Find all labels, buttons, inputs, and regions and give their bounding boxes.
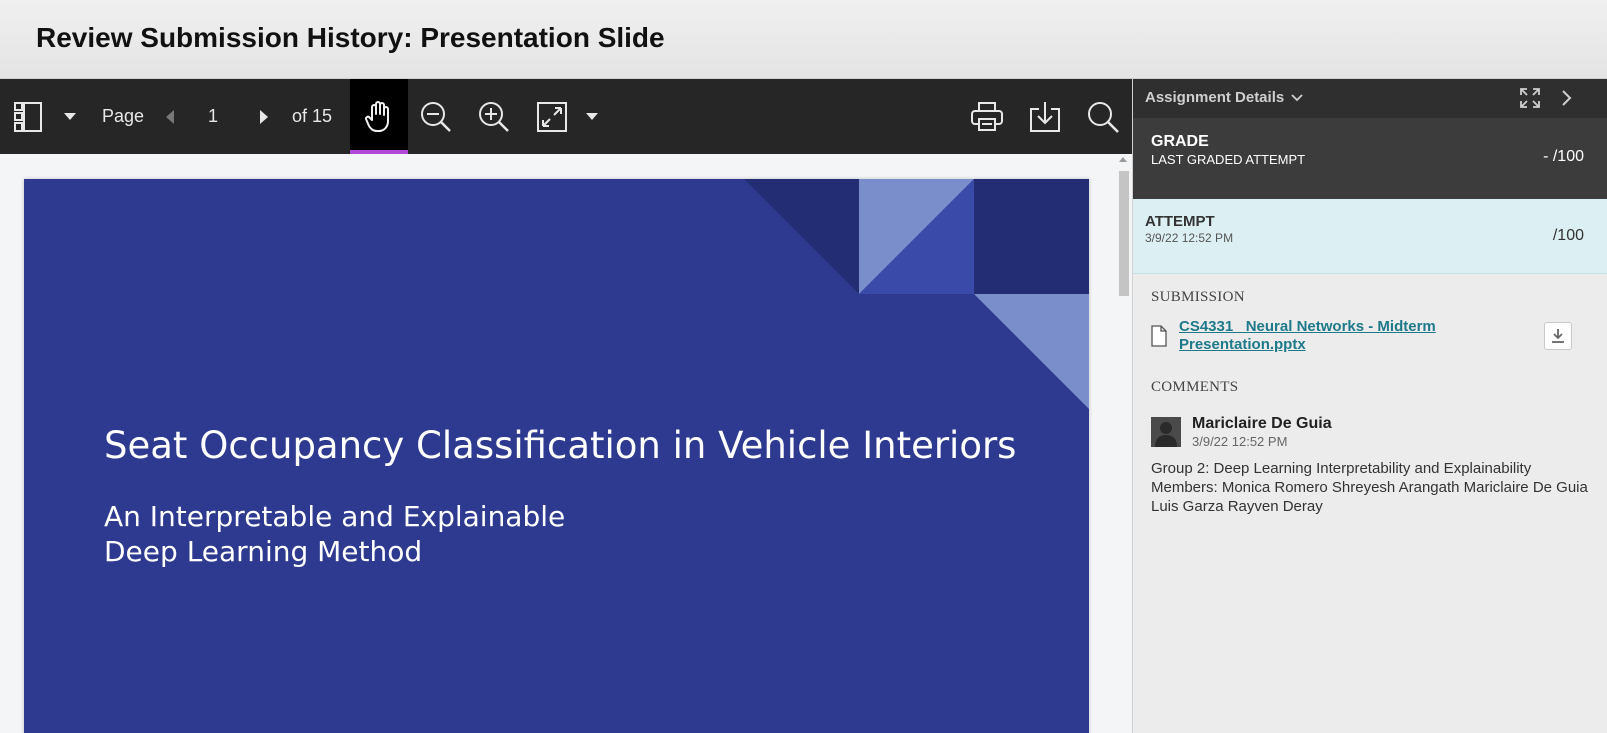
submission-file-link[interactable]: CS4331_ Neural Networks - Midterm Presen… xyxy=(1179,318,1499,354)
slide-title: Seat Occupancy Classification in Vehicle… xyxy=(104,424,1017,467)
grade-subtitle: LAST GRADED ATTEMPT xyxy=(1151,152,1306,167)
fit-page-icon xyxy=(537,101,567,132)
comment-body: Group 2: Deep Learning Interpretability … xyxy=(1151,460,1588,515)
chevron-right-icon xyxy=(1562,90,1572,106)
document-viewer: Page 1 of 15 Seat Occupancy Classificati… xyxy=(0,79,1132,733)
next-page-button[interactable] xyxy=(254,79,274,154)
zoom-out-icon xyxy=(421,101,451,132)
page-title: Review Submission History: Presentation … xyxy=(36,22,665,53)
attempt-date: 3/9/22 12:52 PM xyxy=(1145,231,1234,245)
submission-label: SUBMISSION xyxy=(1151,289,1245,305)
scroll-up-arrow[interactable] xyxy=(1119,157,1127,162)
assignment-details-label: Assignment Details xyxy=(1145,89,1285,106)
chevron-down-icon xyxy=(64,112,76,120)
presentation-slide: Seat Occupancy Classification in Vehicle… xyxy=(24,179,1089,733)
download-icon xyxy=(1552,329,1564,343)
download-button[interactable] xyxy=(1026,79,1064,154)
comments-label: COMMENTS xyxy=(1151,379,1239,395)
zoom-in-button[interactable] xyxy=(476,79,512,154)
file-icon xyxy=(1151,325,1167,352)
assignment-panel: Assignment Details GRADE LAST GRADED ATT… xyxy=(1132,79,1607,733)
page-label: Page xyxy=(102,106,145,126)
zoom-out-button[interactable] xyxy=(418,79,454,154)
search-icon xyxy=(1088,101,1119,133)
collapse-panel-button[interactable] xyxy=(1555,87,1579,111)
page-total: of 15 xyxy=(292,106,333,126)
print-button[interactable] xyxy=(968,79,1006,154)
chevron-down-icon xyxy=(1291,94,1304,102)
fit-page-button[interactable] xyxy=(534,79,570,154)
grade-score: - /100 xyxy=(1543,148,1584,165)
vertical-scrollbar[interactable] xyxy=(1115,154,1132,733)
attempt-row[interactable]: ATTEMPT 3/9/22 12:52 PM /100 xyxy=(1133,199,1607,274)
download-file-button[interactable] xyxy=(1544,322,1572,350)
sidebar-toggle-button[interactable] xyxy=(10,79,46,154)
comment-author: Mariclaire De Guia xyxy=(1192,415,1332,432)
assignment-details-toggle[interactable]: Assignment Details xyxy=(1145,89,1304,106)
viewer-toolbar: Page 1 of 15 xyxy=(0,79,1132,154)
expand-panel-button[interactable] xyxy=(1519,87,1543,111)
previous-page-button[interactable] xyxy=(160,79,180,154)
download-icon xyxy=(1030,101,1060,132)
chevron-down-icon xyxy=(586,112,598,120)
panel-header: Assignment Details xyxy=(1133,79,1607,118)
fit-options-button[interactable] xyxy=(580,79,604,154)
document-scroll-area[interactable]: Seat Occupancy Classification in Vehicle… xyxy=(0,154,1132,733)
attempt-title: ATTEMPT xyxy=(1145,213,1215,230)
title-bar: Review Submission History: Presentation … xyxy=(0,0,1607,79)
grade-section: GRADE LAST GRADED ATTEMPT - /100 xyxy=(1133,118,1607,199)
slide-subtitle: An Interpretable and Explainable Deep Le… xyxy=(104,500,566,568)
page-number-input[interactable]: 1 xyxy=(208,79,218,154)
attempt-score: /100 xyxy=(1552,227,1584,244)
search-button[interactable] xyxy=(1084,79,1122,154)
zoom-in-icon xyxy=(479,101,509,132)
sidebar-options-button[interactable] xyxy=(58,79,82,154)
avatar xyxy=(1151,417,1181,447)
expand-icon xyxy=(1520,88,1540,108)
hand-pan-icon xyxy=(365,100,389,132)
print-icon xyxy=(971,101,1003,131)
pan-tool-button[interactable] xyxy=(350,79,408,154)
triangle-left-icon xyxy=(166,109,174,124)
triangle-right-icon xyxy=(260,109,268,124)
sidebar-toggle-icon xyxy=(14,101,42,132)
scroll-thumb[interactable] xyxy=(1119,171,1129,296)
comment-date: 3/9/22 12:52 PM xyxy=(1192,434,1288,449)
grade-title: GRADE xyxy=(1151,133,1209,150)
